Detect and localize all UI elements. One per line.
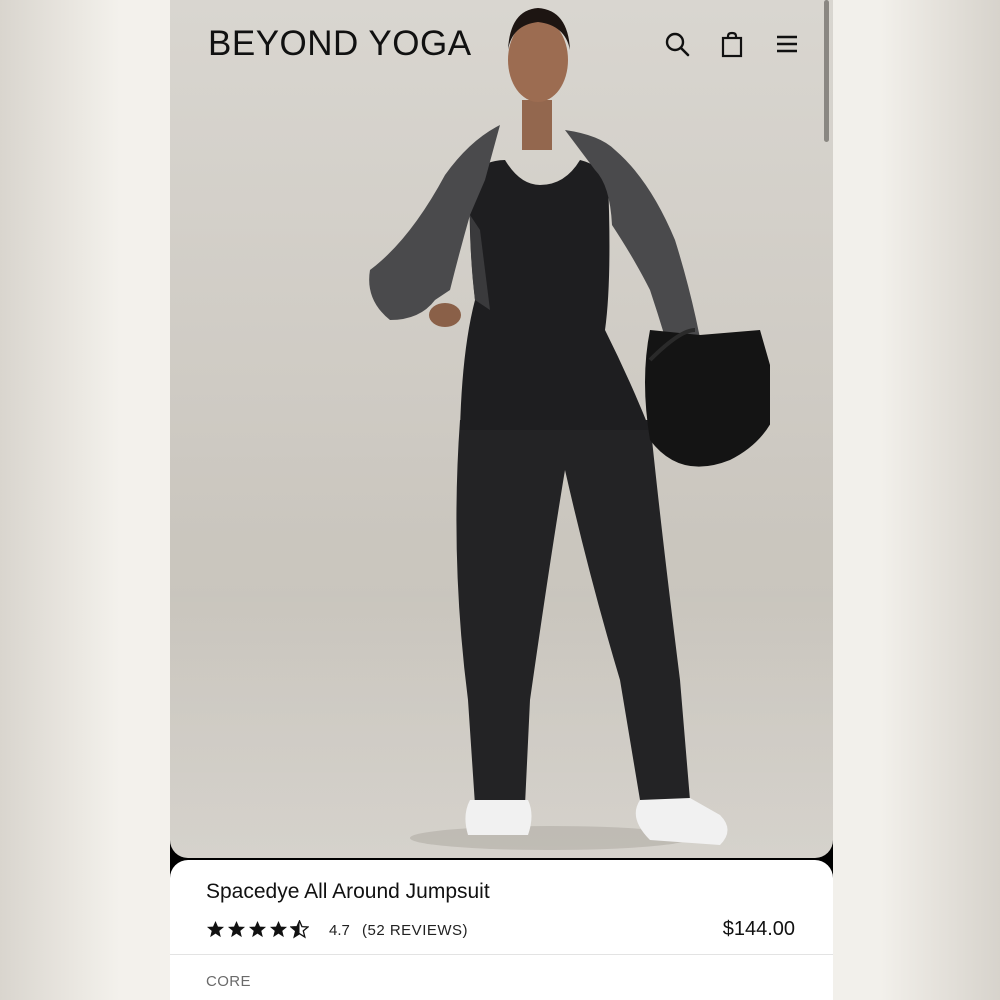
product-title: Spacedye All Around Jumpsuit xyxy=(206,880,490,903)
product-price: $144.00 xyxy=(722,918,795,940)
shopping-bag-icon[interactable] xyxy=(718,30,746,58)
star-half-icon xyxy=(290,920,309,940)
brand-logo[interactable]: BEYOND YOGA xyxy=(208,24,472,64)
product-info-panel: Spacedye All Around Jumpsuit 4.7 (52 REV… xyxy=(170,860,833,1000)
rating-value: 4.7 xyxy=(329,922,350,939)
star-full-icon xyxy=(227,920,246,940)
star-full-icon xyxy=(269,920,288,940)
collection-label: CORE xyxy=(206,973,251,990)
divider xyxy=(170,954,833,955)
reviews-link[interactable]: (52 REVIEWS) xyxy=(362,922,468,939)
model-figure xyxy=(350,0,770,858)
rating-row[interactable]: 4.7 (52 REVIEWS) $144.00 xyxy=(206,918,796,944)
product-page: BEYOND YOGA Spacedye All Around Jumpsuit… xyxy=(170,0,833,1000)
star-rating xyxy=(206,920,309,940)
star-full-icon xyxy=(248,920,267,940)
scrollbar[interactable] xyxy=(824,0,829,142)
menu-icon[interactable] xyxy=(773,30,801,58)
star-full-icon xyxy=(206,920,225,940)
search-icon[interactable] xyxy=(663,30,691,58)
product-image[interactable]: BEYOND YOGA xyxy=(170,0,833,858)
